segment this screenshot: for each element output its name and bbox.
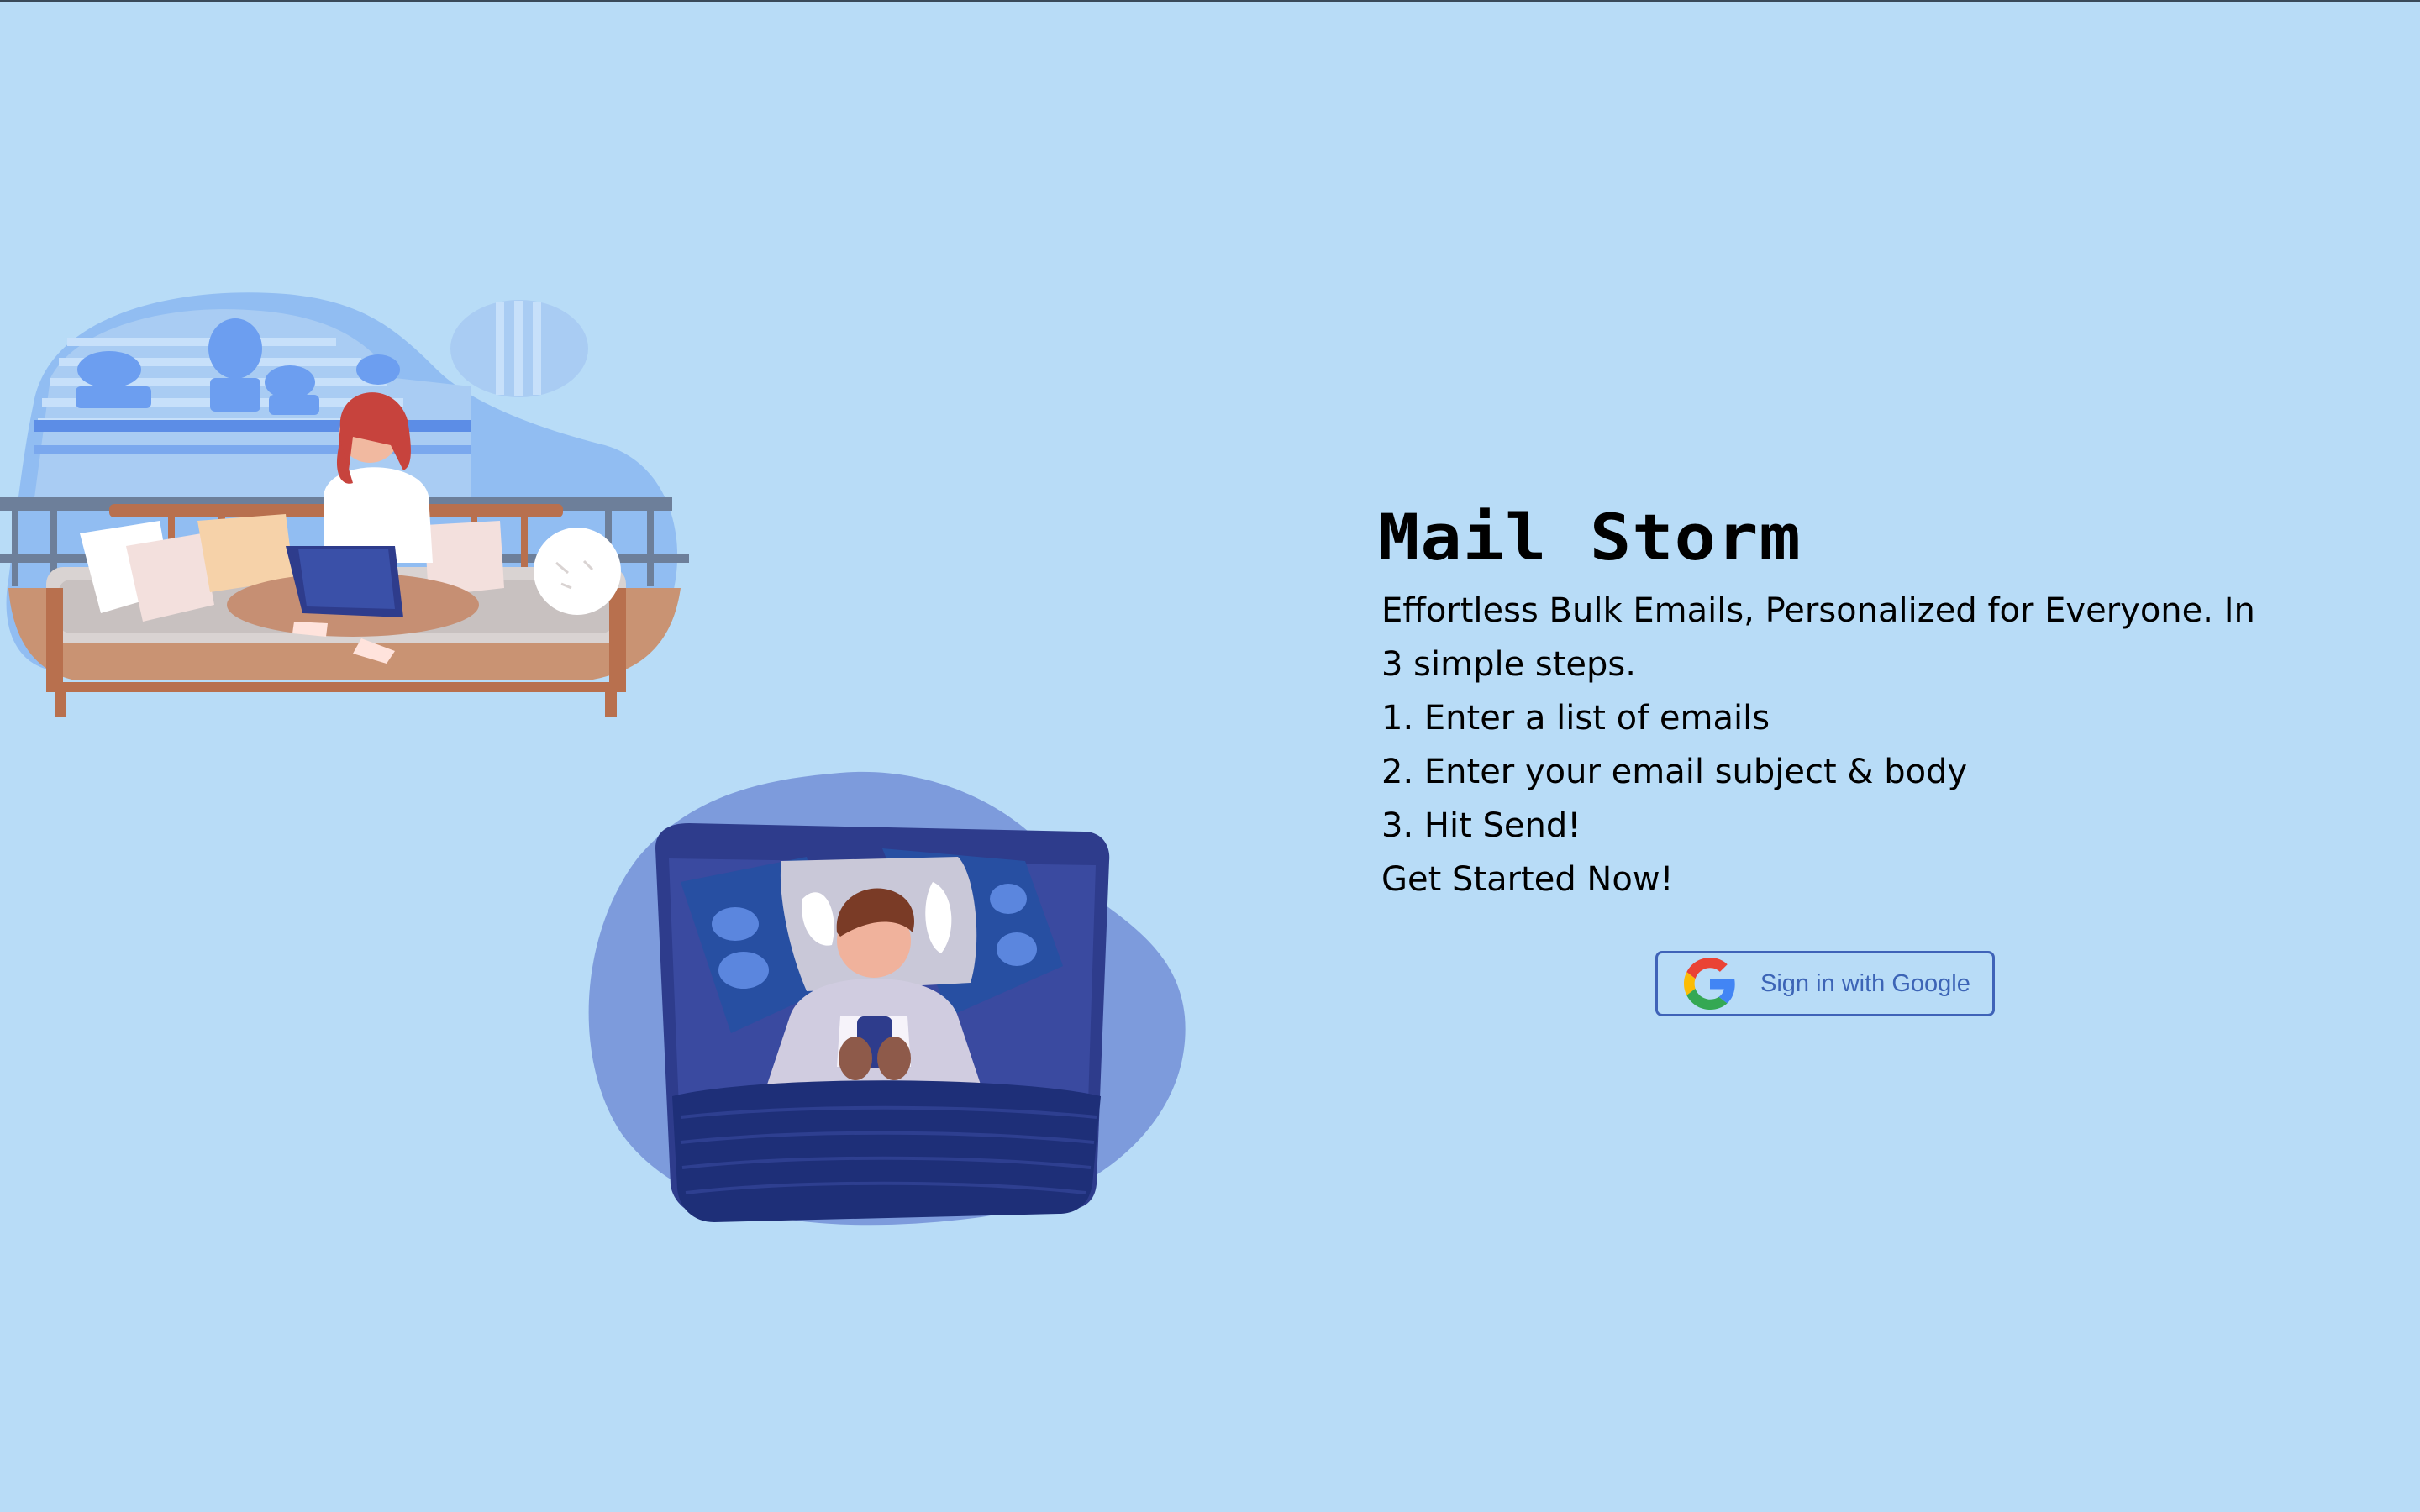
man-in-bed-with-phone-illustration [588, 764, 1193, 1235]
app-title: Mail Storm [1378, 501, 1802, 575]
google-sign-in-label: Sign in with Google [1760, 969, 1970, 997]
google-g-icon [1683, 957, 1737, 1011]
step-3: 3. Hit Send! [1381, 806, 1581, 845]
top-border [0, 0, 2420, 2]
hero-section: Mail Storm Effortless Bulk Emails, Perso… [1378, 500, 2302, 906]
step-1: 1. Enter a list of emails [1381, 699, 1770, 738]
woman-on-sofa-with-laptop-illustration [0, 277, 689, 731]
get-started-text: Get Started Now! [1381, 860, 1674, 899]
tagline: Effortless Bulk Emails, Personalized for… [1381, 591, 2255, 684]
google-sign-in-button[interactable]: Sign in with Google [1655, 951, 1995, 1016]
step-2: 2. Enter your email subject & body [1381, 753, 1968, 791]
